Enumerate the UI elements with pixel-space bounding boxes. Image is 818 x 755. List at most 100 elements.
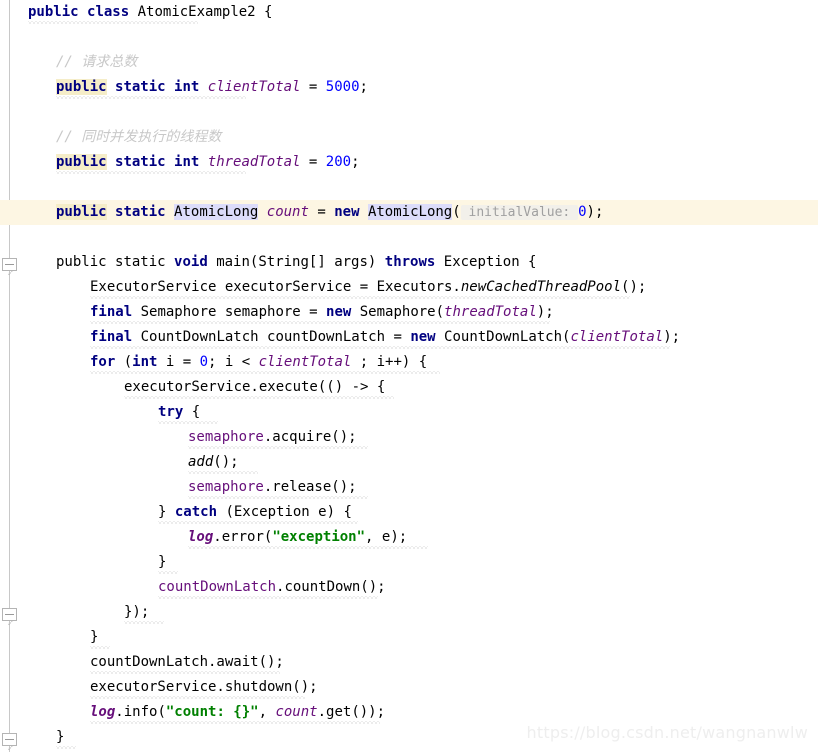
code-line[interactable]: countDownLatch.await(); [14, 650, 818, 675]
code-line-text: } [28, 625, 98, 650]
code-token: static [115, 79, 166, 95]
code-line[interactable]: log.info("count: {}", count.get()); [14, 700, 818, 725]
code-token: initialValue: [460, 205, 579, 220]
code-token: clientTotal [207, 79, 301, 95]
code-line[interactable]: public class AtomicExample2 { [14, 0, 818, 25]
code-token: int [132, 354, 158, 370]
code-line[interactable]: executorService.shutdown(); [14, 675, 818, 700]
code-line[interactable]: add(); [14, 450, 818, 475]
code-token: , [258, 704, 276, 720]
code-token: .countDown(); [276, 579, 386, 595]
code-line-text: } [28, 550, 166, 575]
code-token: executorService.shutdown(); [90, 679, 318, 695]
code-token: executorService.execute(() -> { [124, 379, 386, 395]
code-token: semaphore [188, 479, 264, 495]
code-line[interactable]: public static AtomicLong count = new Ato… [0, 200, 818, 225]
code-line-text: public class AtomicExample2 { [28, 0, 272, 25]
code-token: 200 [325, 154, 352, 170]
code-token: threadTotal [207, 154, 301, 170]
code-line[interactable]: // 同时并发执行的线程数 [14, 125, 818, 150]
code-token: ); [663, 329, 681, 345]
code-token: Semaphore( [351, 304, 445, 320]
editor-gutter[interactable] [0, 0, 17, 752]
code-line[interactable]: final Semaphore semaphore = new Semaphor… [14, 300, 818, 325]
code-token: CountDownLatch countDownLatch = [132, 329, 411, 345]
code-token: CountDownLatch( [435, 329, 571, 345]
code-token: countDownLatch.await(); [90, 654, 284, 670]
code-token: { [183, 404, 201, 420]
code-line[interactable]: final CountDownLatch countDownLatch = ne… [14, 325, 818, 350]
code-token: void [174, 254, 208, 270]
code-token: add [188, 454, 214, 470]
code-token: } [158, 504, 175, 520]
code-token: .release(); [263, 479, 357, 495]
code-line[interactable]: try { [14, 400, 818, 425]
code-line[interactable]: executorService.execute(() -> { [14, 375, 818, 400]
code-token: int [174, 79, 200, 95]
code-line[interactable] [14, 25, 818, 50]
code-line-text: add(); [28, 450, 239, 475]
code-token: = [300, 79, 326, 95]
code-line[interactable] [14, 100, 818, 125]
code-line[interactable] [14, 175, 818, 200]
code-token: // [56, 129, 82, 145]
code-token: 请求总数 [81, 54, 138, 70]
code-token: (); [621, 279, 647, 295]
code-token: final [90, 304, 133, 320]
code-token: threadTotal [444, 304, 537, 320]
code-line-text: } catch (Exception e) { [28, 500, 352, 525]
code-line-text: semaphore.release(); [28, 475, 357, 500]
code-token: clientTotal [570, 329, 664, 345]
code-line[interactable]: } [14, 550, 818, 575]
code-line[interactable]: log.error("exception", e); [14, 525, 818, 550]
code-token: class [87, 4, 130, 20]
code-token: "exception" [272, 529, 366, 545]
code-line-text: executorService.shutdown(); [28, 675, 318, 700]
code-editor[interactable]: public class AtomicExample2 {// 请求总数 publ… [0, 0, 818, 752]
code-line-text: log.info("count: {}", count.get()); [28, 700, 385, 725]
code-token: .acquire(); [263, 429, 357, 445]
code-token: newCachedThreadPool [460, 279, 622, 295]
code-line-text: public static AtomicLong count = new Ato… [28, 200, 603, 225]
code-token: semaphore [188, 429, 264, 445]
code-line[interactable]: } [14, 625, 818, 650]
code-line[interactable]: countDownLatch.countDown(); [14, 575, 818, 600]
code-token: count [266, 204, 309, 220]
code-content[interactable]: public class AtomicExample2 {// 请求总数 publ… [0, 0, 818, 752]
code-line[interactable]: ExecutorService executorService = Execut… [14, 275, 818, 300]
code-token: , e); [365, 529, 408, 545]
code-line[interactable]: public static int threadTotal = 200; [14, 150, 818, 175]
code-token: 5000 [325, 79, 360, 95]
code-token: Exception { [435, 254, 537, 270]
code-line-text: }); [28, 600, 149, 625]
code-token: ; [359, 79, 368, 95]
code-token: ; i < [208, 354, 259, 370]
code-line[interactable]: } catch (Exception e) { [14, 500, 818, 525]
code-line[interactable] [14, 225, 818, 250]
code-line-text: for (int i = 0; i < clientTotal ; i++) { [28, 350, 427, 375]
code-line[interactable]: for (int i = 0; i < clientTotal ; i++) { [14, 350, 818, 375]
code-line[interactable]: public static void main(String[] args) t… [14, 250, 818, 275]
code-token: static [115, 254, 166, 270]
code-line[interactable]: semaphore.release(); [14, 475, 818, 500]
code-token: static [115, 154, 166, 170]
code-token: } [90, 629, 99, 645]
code-token: // [56, 54, 82, 70]
code-token: public [28, 4, 79, 20]
code-token: (Exception e) { [217, 504, 352, 520]
code-line[interactable]: // 请求总数 [14, 50, 818, 75]
code-line[interactable]: semaphore.acquire(); [14, 425, 818, 450]
code-token: for [90, 354, 116, 370]
code-token: 同时并发执行的线程数 [81, 129, 222, 145]
code-token: catch [174, 504, 218, 520]
code-line[interactable]: }); [14, 600, 818, 625]
code-line[interactable]: public static int clientTotal = 5000; [14, 75, 818, 100]
